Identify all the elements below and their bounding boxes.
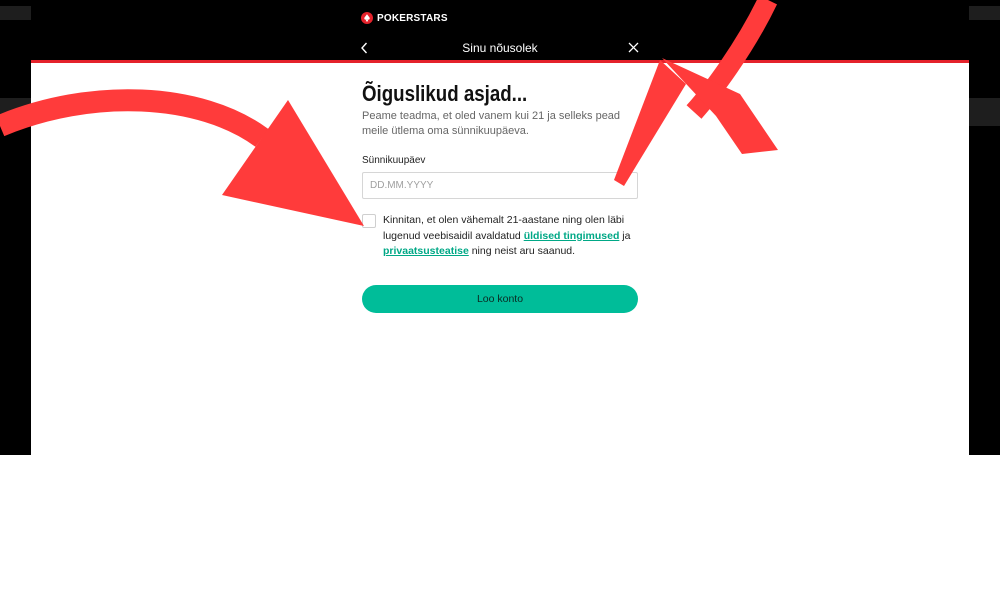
background-decoration [969, 98, 1000, 126]
background-decoration [0, 98, 31, 126]
consent-text: Kinnitan, et olen vähemalt 21-aastane ni… [383, 213, 643, 260]
birthdate-label: Sünnikuupäev [362, 155, 426, 166]
brand-name: POKERSTARS [377, 12, 448, 24]
consent-text-end: ning neist aru saanud. [468, 245, 576, 257]
consent-text-middle: ja [619, 229, 631, 242]
page-subtitle: Peame teadma, et oled vanem kui 21 ja se… [362, 110, 621, 137]
chevron-left-icon [361, 42, 368, 54]
consent-panel: Õiguslikud asjad... Peame teadma, et ole… [31, 63, 969, 455]
back-button[interactable] [356, 38, 374, 58]
privacy-link[interactable]: privaatsusteatise [383, 245, 469, 257]
terms-link[interactable]: üldised tingimused [524, 230, 620, 242]
close-icon [628, 42, 639, 53]
brand-logo[interactable]: POKERSTARS [361, 10, 448, 26]
page-header-title: Sinu nõusolek [462, 41, 538, 55]
birthdate-input[interactable] [362, 172, 638, 199]
background-decoration [0, 6, 31, 20]
close-button[interactable] [625, 38, 643, 58]
consent-checkbox[interactable] [362, 214, 376, 228]
background-decoration [969, 6, 1000, 20]
page-title: Õiguslikud asjad... [362, 81, 528, 106]
spade-icon [361, 12, 373, 24]
app-screen: POKERSTARS Sinu nõusolek Õiguslikud asja… [0, 0, 1000, 455]
create-account-button[interactable]: Loo konto [362, 285, 638, 313]
